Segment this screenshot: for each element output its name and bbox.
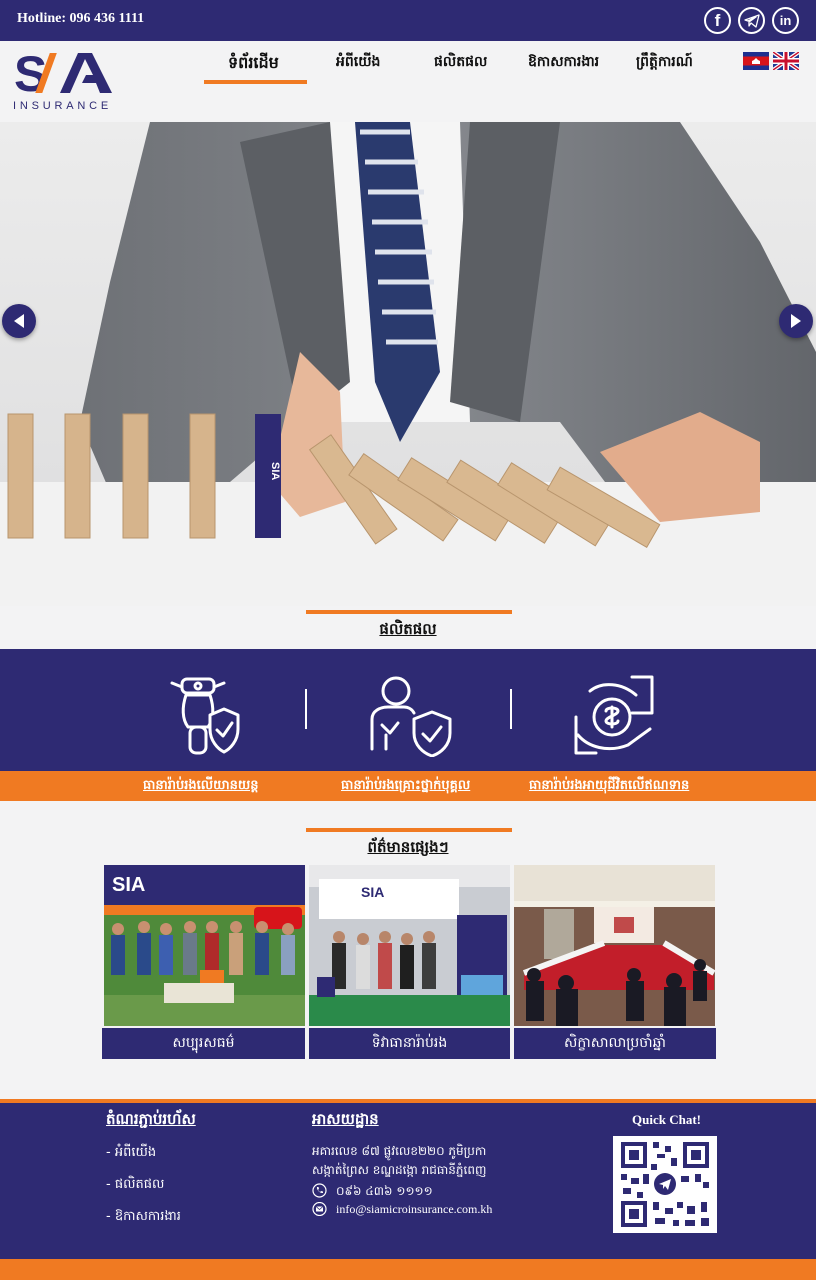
- person-shield-icon[interactable]: [368, 675, 452, 757]
- linkedin-icon[interactable]: in: [772, 7, 799, 34]
- nav-events[interactable]: ព្រឹត្តិការណ៍: [636, 52, 693, 73]
- motorbike-shield-icon[interactable]: [166, 673, 242, 757]
- telegram-qr-code[interactable]: [613, 1136, 717, 1233]
- svg-text:INSURANCE: INSURANCE: [13, 100, 112, 111]
- footer-phone[interactable]: ០៩៦ ៤៣៦ ១១១១: [336, 1183, 433, 1201]
- footer-address-line2: សង្កាត់ព្រៃស ខណ្ឌដង្កោ រាជធានីភ្នំពេញ: [312, 1163, 487, 1177]
- khmer-flag-icon[interactable]: [743, 52, 769, 70]
- footer-bottom-strip: [0, 1259, 816, 1280]
- product-link-vehicle[interactable]: ធានារ៉ាប់រងលើយានយន្ត: [143, 777, 259, 796]
- nav-home[interactable]: ទំព័រដើម: [228, 52, 279, 76]
- svg-text:SIA: SIA: [112, 874, 145, 896]
- top-bar: Hotline: 096 436 1111 f in: [0, 0, 816, 41]
- footer-address-line1: អគារលេខ ៨៧ ផ្លូវលេខ២២០ ភូមិប្រកា: [312, 1144, 487, 1158]
- news-caption-insurance-day[interactable]: ទិវាធានារ៉ាប់រង: [309, 1028, 510, 1059]
- footer-address-title: អាសយដ្ឋាន: [312, 1110, 379, 1128]
- products-title-bar: [306, 610, 512, 614]
- svg-text:S: S: [14, 47, 46, 102]
- product-divider: [510, 689, 512, 729]
- slider-next-button[interactable]: [779, 304, 813, 338]
- products-title: ផលិតផល: [379, 620, 437, 638]
- nav-careers[interactable]: ឱកាសការងារ: [528, 52, 599, 73]
- products-band: [0, 649, 816, 771]
- product-link-credit-life[interactable]: ធានារ៉ាប់រងអាយុជីវិតលើឥណទាន: [529, 777, 689, 796]
- sia-logo[interactable]: S INSURANCE: [12, 46, 132, 112]
- hero-slider[interactable]: SIA: [0, 122, 816, 606]
- hotline-text: Hotline: 096 436 1111: [17, 11, 145, 26]
- phone-icon: [312, 1183, 327, 1198]
- nav-active-indicator: [204, 80, 307, 84]
- uk-flag-icon[interactable]: [773, 52, 799, 70]
- facebook-icon[interactable]: f: [704, 7, 731, 34]
- telegram-icon[interactable]: [738, 7, 765, 34]
- product-link-accident[interactable]: ធានារ៉ាប់រងគ្រោះថ្នាក់បុគ្គល: [341, 777, 470, 796]
- nav-about[interactable]: អំពីយើង: [336, 52, 380, 73]
- product-divider: [305, 689, 307, 729]
- quick-chat-label: Quick Chat!: [632, 1112, 701, 1127]
- hand-coin-icon[interactable]: [572, 673, 656, 757]
- footer-email[interactable]: info@siamicroinsurance.com.kh: [336, 1202, 492, 1217]
- footer-link-about[interactable]: - អំពីយើង: [106, 1144, 156, 1163]
- news-title: ព័ត៌មានផ្សេងៗ: [367, 838, 449, 856]
- nav-products[interactable]: ផលិតផល: [434, 52, 487, 73]
- svg-text:SIA: SIA: [361, 884, 384, 900]
- news-image-seminar[interactable]: [514, 865, 715, 1026]
- arrow-right-icon: [791, 314, 801, 328]
- news-title-bar: [306, 828, 512, 832]
- news-image-insurance-day[interactable]: SIA: [309, 865, 510, 1026]
- news-caption-charity[interactable]: សប្បុរសធម៌: [102, 1028, 305, 1059]
- news-caption-seminar[interactable]: សិក្ខាសាលាប្រចាំឆ្នាំ: [514, 1028, 716, 1059]
- news-image-charity[interactable]: SIA: [104, 865, 305, 1026]
- arrow-left-icon: [14, 314, 24, 328]
- footer-link-careers[interactable]: - ឱកាសការងារ: [106, 1208, 181, 1227]
- footer-link-products[interactable]: - ផលិតផល: [106, 1176, 164, 1195]
- footer-links-title: តំណរភ្ជាប់រហ័ស: [106, 1110, 196, 1128]
- email-icon: [312, 1202, 327, 1216]
- hero-image: SIA: [0, 122, 816, 606]
- svg-text:SIA: SIA: [269, 462, 281, 480]
- slider-prev-button[interactable]: [2, 304, 36, 338]
